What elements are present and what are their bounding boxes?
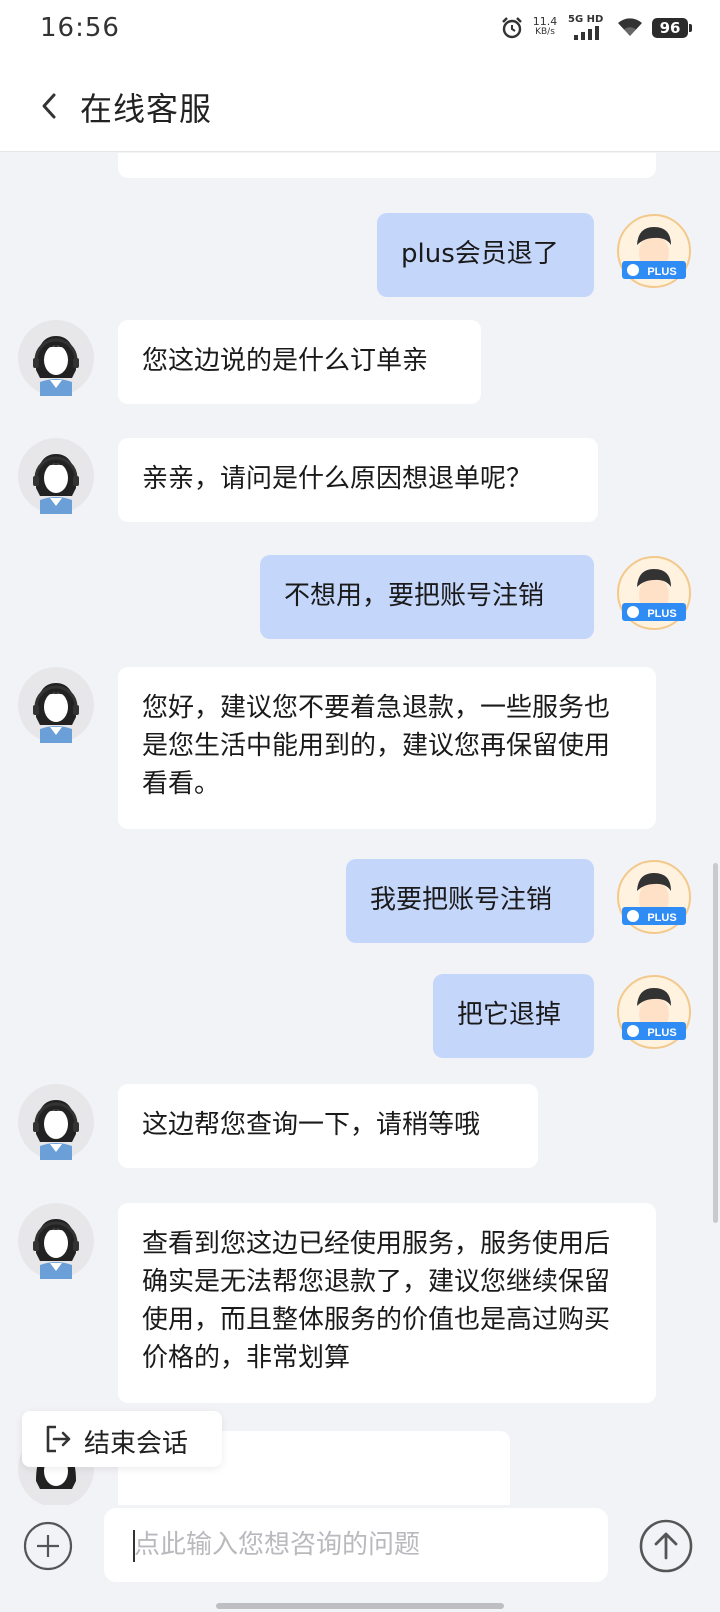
plus-circle-icon[interactable] (22, 1520, 74, 1572)
agent-avatar-icon (18, 320, 94, 396)
status-bar: 16:56 11.4 KB/s 5G HD 96 (0, 0, 720, 60)
battery-indicator: 96 (652, 18, 692, 38)
text-caret (133, 1530, 135, 1562)
user-avatar-icon[interactable]: PLUS (616, 859, 692, 935)
message-text: 您好，建议您不要着急退款，一些服务也是您生活中能用到的，建议您再保留使用看看。 (142, 693, 611, 799)
message-text: 我要把账号注销 (370, 885, 553, 915)
message-text: 这边帮您查询一下，请稍等哦 (142, 1110, 481, 1140)
plus-badge: PLUS (647, 1027, 676, 1039)
chevron-left-icon[interactable] (36, 88, 64, 124)
message-text: 您这边说的是什么订单亲 (142, 346, 429, 376)
agent-message: 查看到您这边已经使用服务，服务使用后确实是无法帮您退款了，建议您继续保留使用，而… (118, 1203, 656, 1403)
cellular-signal-icon: 5G HD (568, 14, 608, 42)
message-text: 把它退掉 (457, 1000, 562, 1030)
chat-area[interactable]: plus会员退了 PLUS 您这边说的是什么订单亲 亲亲，请问是什么原因想退单呢… (0, 153, 720, 1505)
message-bubble-partial (118, 153, 656, 178)
agent-avatar-icon (18, 438, 94, 514)
page-title: 在线客服 (80, 90, 213, 128)
app-header: 在线客服 (0, 60, 720, 152)
user-message: 把它退掉 (433, 974, 594, 1058)
end-session-button[interactable]: 结束会话 (22, 1411, 222, 1467)
chat-scrollbar[interactable] (713, 863, 718, 1223)
agent-avatar-icon (18, 667, 94, 743)
speed-value: 11.4 (532, 15, 558, 28)
network-speed: 11.4 KB/s (530, 16, 560, 38)
message-text: 不想用，要把账号注销 (284, 581, 545, 611)
end-session-label: 结束会话 (84, 1429, 189, 1459)
user-avatar-icon[interactable]: PLUS (616, 974, 692, 1050)
message-text: plus会员退了 (401, 239, 559, 269)
status-time: 16:56 (40, 13, 120, 43)
status-icons: 11.4 KB/s 5G HD 96 (500, 14, 692, 46)
alarm-icon (502, 17, 522, 39)
agent-message: 您好，建议您不要着急退款，一些服务也是您生活中能用到的，建议您再保留使用看看。 (118, 667, 656, 829)
arrow-up-circle-icon[interactable] (638, 1518, 694, 1574)
exit-icon (46, 1425, 71, 1453)
agent-avatar-icon (18, 1203, 94, 1279)
speed-unit: KB/s (535, 27, 555, 37)
wifi-icon (618, 18, 642, 36)
home-indicator[interactable] (216, 1603, 504, 1609)
agent-message: 您这边说的是什么订单亲 (118, 320, 481, 404)
plus-badge: PLUS (647, 608, 676, 620)
agent-avatar-icon (18, 1084, 94, 1160)
agent-message: 亲亲，请问是什么原因想退单呢？ (118, 438, 598, 522)
plus-badge: PLUS (647, 912, 676, 924)
plus-badge: PLUS (647, 266, 676, 278)
user-message: 不想用，要把账号注销 (260, 555, 594, 639)
user-message: plus会员退了 (377, 213, 594, 297)
user-message: 我要把账号注销 (346, 859, 594, 943)
input-bar (0, 1505, 720, 1612)
message-text: 亲亲，请问是什么原因想退单呢？ (142, 464, 533, 494)
network-type: 5G HD (568, 14, 604, 25)
message-input[interactable] (104, 1508, 608, 1582)
user-avatar-icon[interactable]: PLUS (616, 213, 692, 289)
user-avatar-icon[interactable]: PLUS (616, 555, 692, 631)
agent-message: 这边帮您查询一下，请稍等哦 (118, 1084, 538, 1168)
message-text: 查看到您这边已经使用服务，服务使用后确实是无法帮您退款了，建议您继续保留使用，而… (142, 1229, 611, 1373)
